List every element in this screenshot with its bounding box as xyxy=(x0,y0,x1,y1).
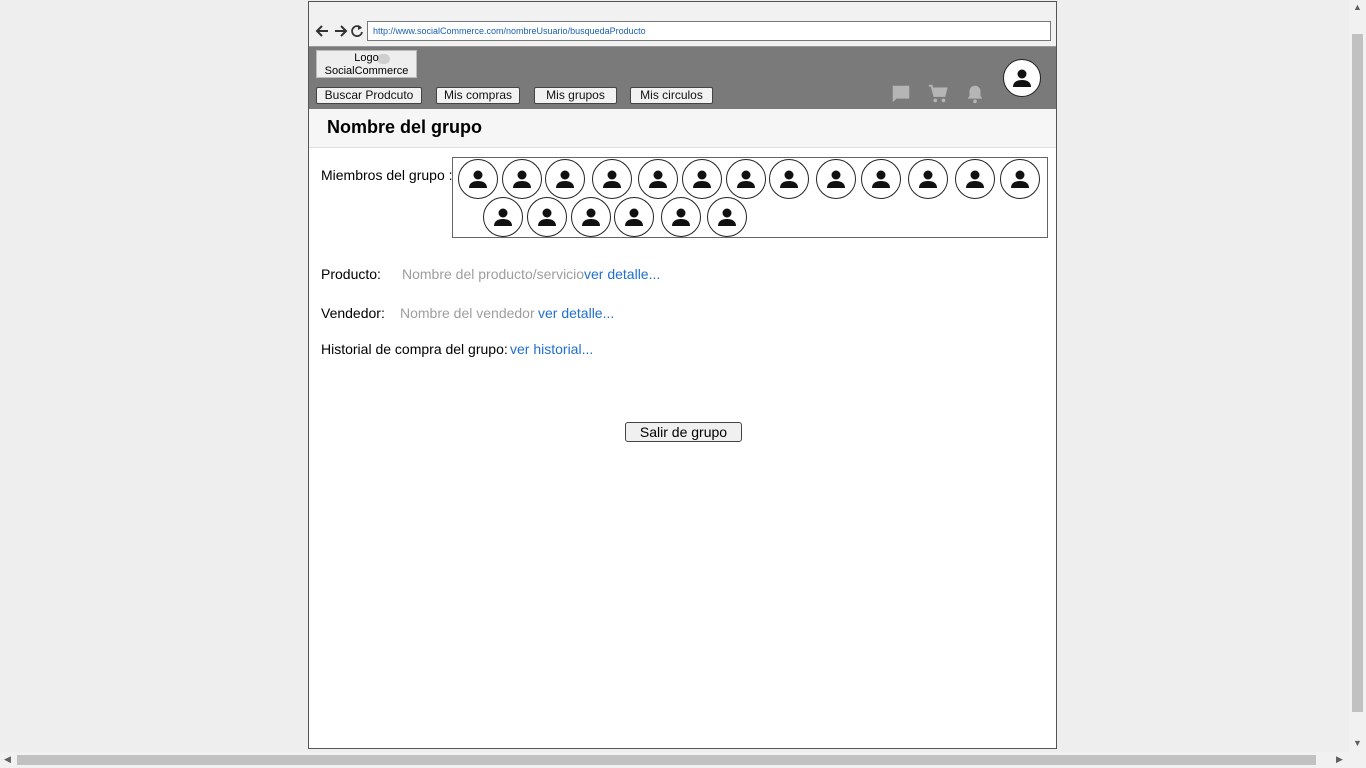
scroll-left-icon[interactable]: ◀ xyxy=(4,754,11,765)
browser-toolbar: http://www.socialCommerce.com/nombreUsua… xyxy=(309,2,1056,47)
member-avatar-icon[interactable] xyxy=(769,159,809,199)
logo-line2: SocialCommerce xyxy=(324,65,409,77)
page-title: Nombre del grupo xyxy=(327,117,483,137)
nav-mis-circulos-button[interactable]: Mis circulos xyxy=(630,87,713,104)
user-avatar-icon[interactable] xyxy=(1003,59,1041,97)
member-avatar-icon[interactable] xyxy=(571,197,611,237)
member-avatar-icon[interactable] xyxy=(638,159,678,199)
leave-group-button[interactable]: Salir de grupo xyxy=(625,422,742,442)
product-name: Nombre del producto/servicio xyxy=(402,266,585,282)
vertical-scrollbar[interactable]: ▲ ▼ xyxy=(1349,0,1366,752)
member-avatar-icon[interactable] xyxy=(955,159,995,199)
back-arrow-icon[interactable] xyxy=(314,22,332,40)
chat-icon[interactable] xyxy=(890,83,912,105)
member-avatar-icon[interactable] xyxy=(527,197,567,237)
member-avatar-icon[interactable] xyxy=(707,197,747,237)
logo[interactable]: Logo SocialCommerce xyxy=(316,50,417,78)
horizontal-scrollbar[interactable]: ◀ ▶ xyxy=(0,752,1349,768)
member-avatar-icon[interactable] xyxy=(614,197,654,237)
member-avatar-icon[interactable] xyxy=(861,159,901,199)
history-link[interactable]: ver historial... xyxy=(510,341,593,357)
address-bar[interactable]: http://www.socialCommerce.com/nombreUsua… xyxy=(367,21,1051,41)
history-label: Historial de compra del grupo: xyxy=(321,341,508,357)
member-avatar-icon[interactable] xyxy=(908,159,948,199)
product-detail-link[interactable]: ver detalle... xyxy=(584,266,660,282)
logo-line1: Logo xyxy=(354,52,379,64)
member-avatar-icon[interactable] xyxy=(1000,159,1040,199)
member-avatar-icon[interactable] xyxy=(726,159,766,199)
seller-name: Nombre del vendedor xyxy=(400,305,535,321)
member-avatar-icon[interactable] xyxy=(816,159,856,199)
app-header: Logo SocialCommerce Buscar Prodcuto Mis … xyxy=(309,47,1056,109)
scroll-up-icon[interactable]: ▲ xyxy=(1353,2,1362,12)
scrollbar-corner xyxy=(1349,752,1366,768)
scroll-down-icon[interactable]: ▼ xyxy=(1353,738,1362,748)
group-title-bar: Nombre del grupo xyxy=(309,109,1056,148)
scroll-right-icon[interactable]: ▶ xyxy=(1336,754,1343,765)
seller-detail-link[interactable]: ver detalle... xyxy=(538,305,614,321)
seller-label: Vendedor: xyxy=(321,305,385,321)
member-avatar-icon[interactable] xyxy=(458,159,498,199)
member-avatar-icon[interactable] xyxy=(483,197,523,237)
forward-arrow-icon[interactable] xyxy=(331,22,349,40)
member-avatar-icon[interactable] xyxy=(545,159,585,199)
reload-icon[interactable] xyxy=(348,22,366,40)
cart-icon[interactable] xyxy=(927,83,949,105)
browser-window: http://www.socialCommerce.com/nombreUsua… xyxy=(308,1,1057,749)
member-avatar-icon[interactable] xyxy=(502,159,542,199)
nav-buscar-producto-button[interactable]: Buscar Prodcuto xyxy=(316,87,422,104)
member-avatar-icon[interactable] xyxy=(592,159,632,199)
bell-icon[interactable] xyxy=(964,83,986,105)
horizontal-scroll-thumb[interactable] xyxy=(17,755,1316,765)
nav-mis-grupos-button[interactable]: Mis grupos xyxy=(534,87,617,104)
members-label: Miembros del grupo : xyxy=(321,167,453,183)
member-avatar-icon[interactable] xyxy=(661,197,701,237)
members-list xyxy=(452,157,1048,238)
product-label: Producto: xyxy=(321,266,381,282)
member-avatar-icon[interactable] xyxy=(682,159,722,199)
nav-mis-compras-button[interactable]: Mis compras xyxy=(436,87,520,104)
vertical-scroll-thumb[interactable] xyxy=(1352,34,1363,712)
